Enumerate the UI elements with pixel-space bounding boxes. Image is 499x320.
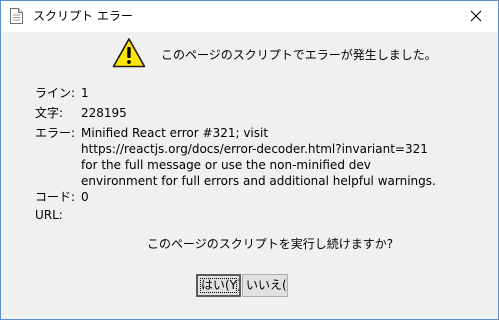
- close-button[interactable]: [454, 1, 498, 32]
- char-value: 228195: [81, 106, 127, 120]
- code-label: コード:: [35, 190, 76, 204]
- error-message: Minified React error #321; visit https:/…: [81, 126, 436, 188]
- window-title: スクリプト エラー: [33, 9, 133, 23]
- document-icon: [9, 8, 24, 24]
- close-icon: [470, 10, 482, 22]
- line-value: 1: [81, 86, 89, 100]
- url-label: URL:: [35, 208, 63, 222]
- continue-question: このページのスクリプトを実行し続けますか?: [147, 237, 394, 251]
- line-label: ライン:: [35, 86, 76, 100]
- yes-button[interactable]: はい(Y): [196, 274, 241, 297]
- warning-icon: [112, 37, 146, 69]
- char-label: 文字:: [35, 106, 64, 120]
- no-button[interactable]: いいえ(N: [242, 274, 288, 297]
- no-button-label: いいえ(N: [246, 278, 287, 292]
- title-bar[interactable]: スクリプト エラー: [1, 1, 498, 32]
- error-headline: このページのスクリプトでエラーが発生しました。: [161, 48, 437, 62]
- focus-rectangle: [200, 278, 237, 293]
- script-error-dialog: スクリプト エラー このページのスクリプトでエラーが発生しました。 ライン: 1…: [0, 0, 499, 320]
- code-value: 0: [81, 190, 89, 204]
- error-label: エラー:: [35, 126, 76, 140]
